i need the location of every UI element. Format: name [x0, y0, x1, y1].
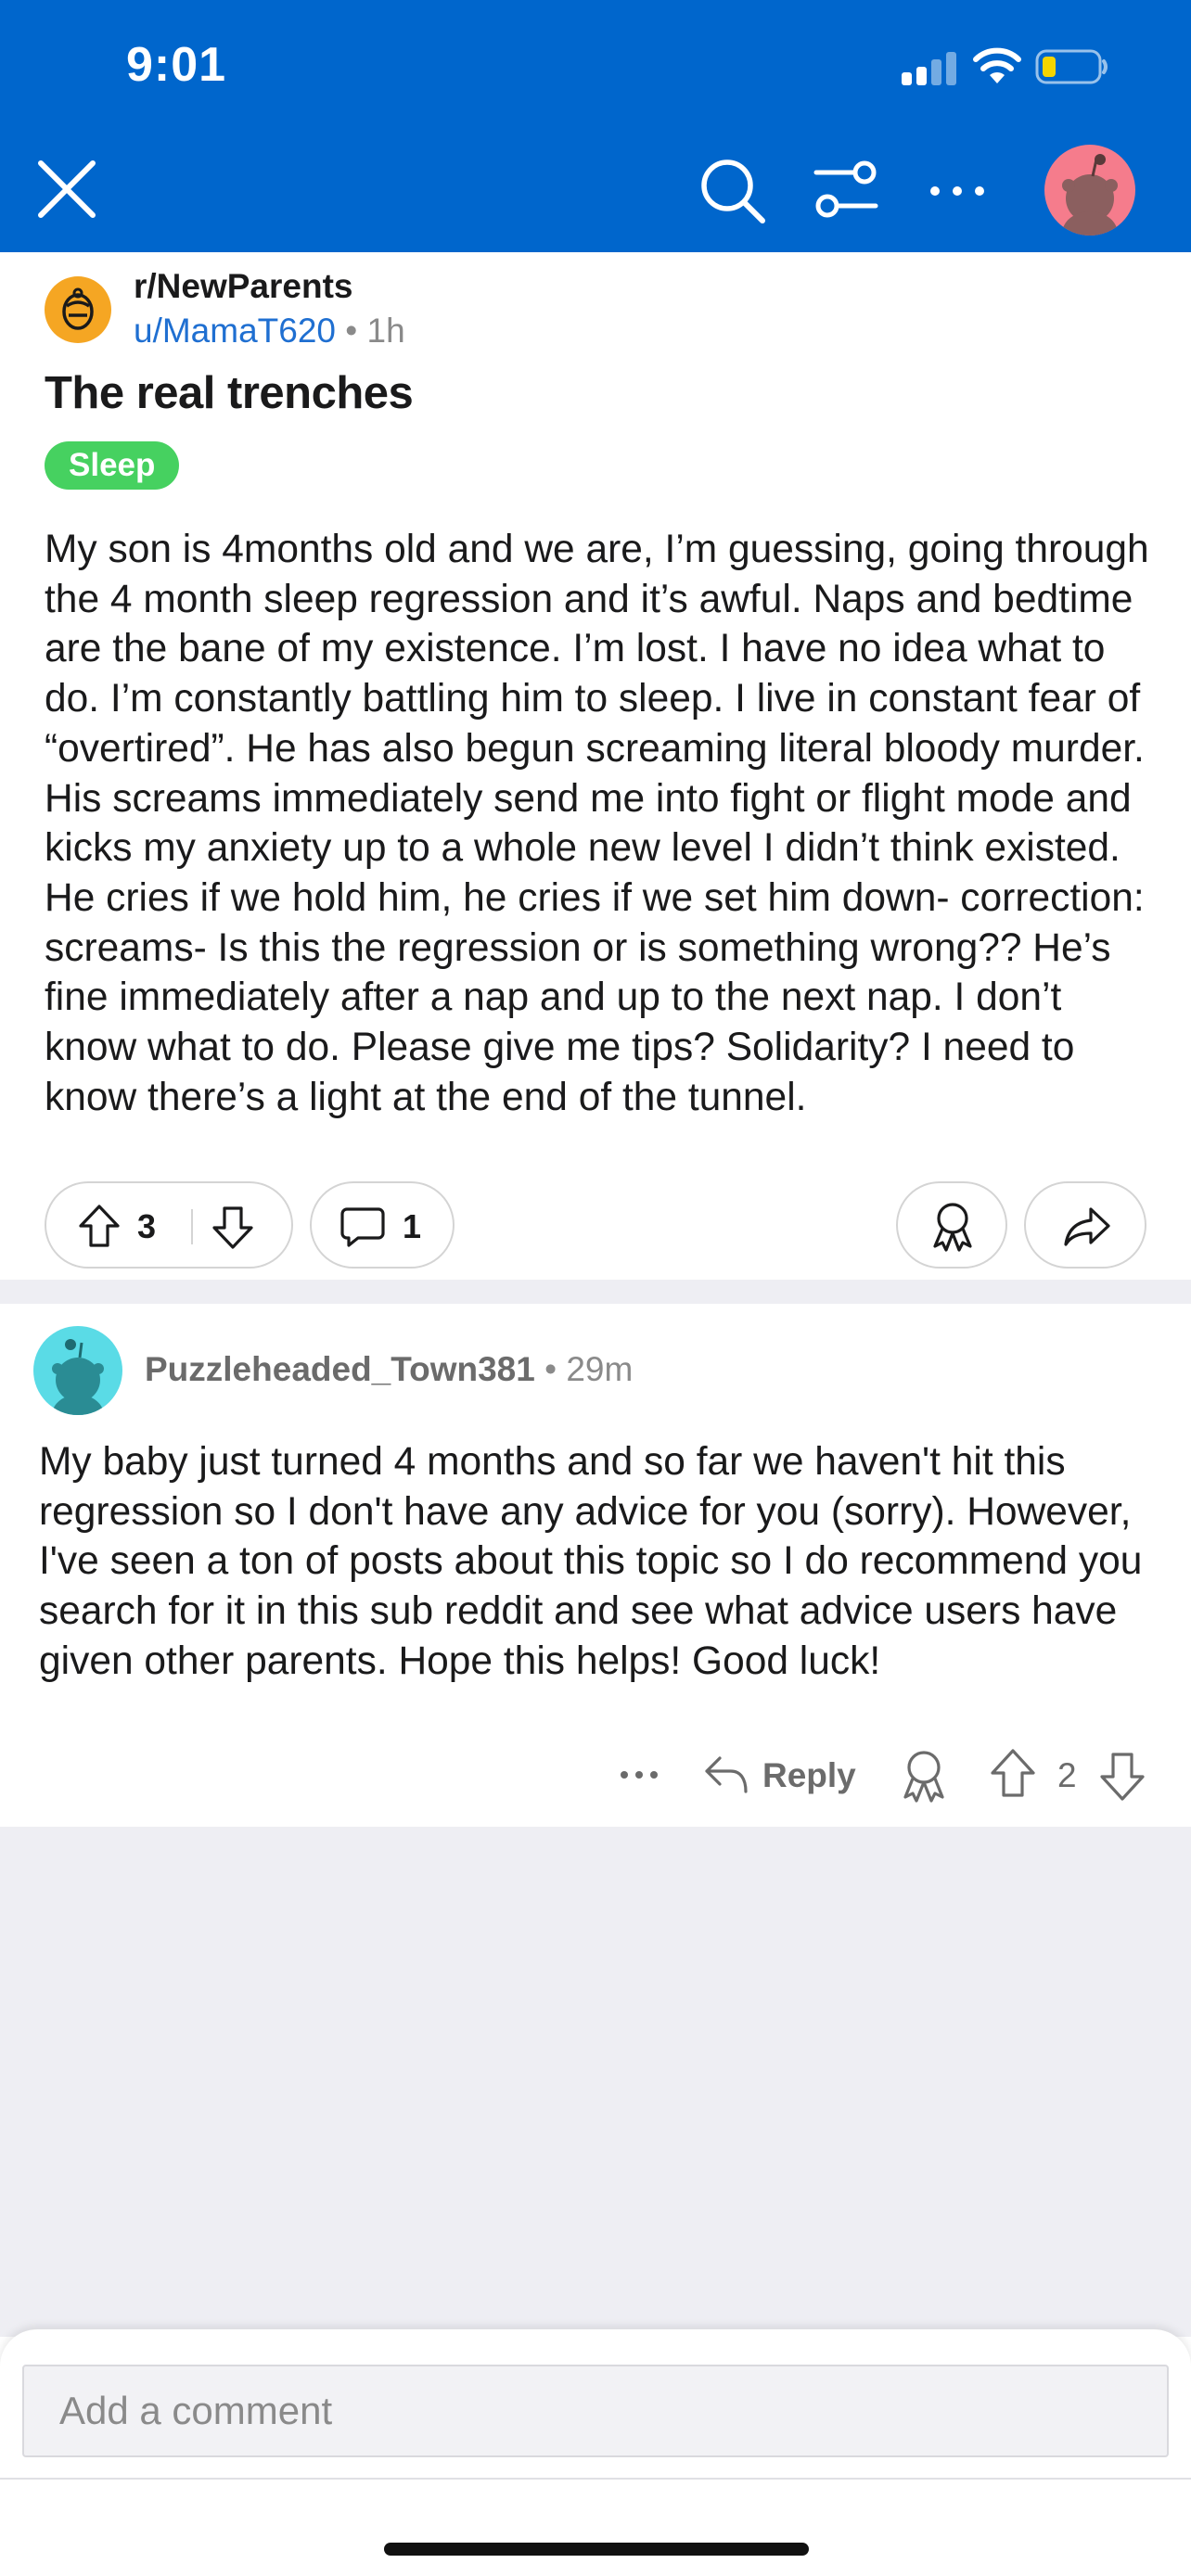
vote-divider	[191, 1209, 193, 1244]
award-icon	[933, 1203, 972, 1252]
reply-label: Reply	[762, 1756, 856, 1794]
snoo-avatar-icon	[1062, 154, 1118, 236]
award-button[interactable]	[896, 1181, 1007, 1269]
comment-more-icon[interactable]	[616, 1756, 662, 1793]
subreddit-name[interactable]: r/NewParents	[134, 267, 353, 306]
snoo-avatar-icon	[52, 1339, 104, 1415]
cellular-signal-icon	[902, 52, 957, 85]
post-title: The real trenches	[45, 368, 414, 418]
post-meta: u/MamaT620 • 1h	[134, 312, 405, 351]
comment-input[interactable]	[22, 2365, 1169, 2457]
comment-age: 29m	[566, 1350, 634, 1388]
section-divider	[0, 1280, 1191, 1304]
comment-composer	[0, 2329, 1191, 2576]
vote-pill: 3	[45, 1181, 293, 1269]
comment-body: My baby just turned 4 months and so far …	[39, 1440, 1143, 1683]
share-button[interactable]	[1024, 1181, 1146, 1269]
comment-author-avatar[interactable]	[33, 1326, 122, 1415]
post-body: My son is 4months old and we are, I’m gu…	[45, 528, 1149, 1119]
comment-author[interactable]: Puzzleheaded_Town381	[145, 1350, 535, 1388]
search-icon[interactable]	[698, 156, 768, 226]
comments-button[interactable]: 1	[310, 1181, 455, 1269]
more-icon[interactable]	[926, 163, 989, 219]
user-avatar[interactable]	[1044, 145, 1135, 236]
meta-separator: •	[544, 1350, 557, 1388]
subreddit-icon[interactable]	[45, 276, 111, 343]
wifi-icon	[973, 47, 1021, 83]
post-comment-count: 1	[403, 1207, 422, 1245]
reply-icon	[705, 1756, 748, 1793]
post-vote-count: 3	[137, 1207, 157, 1245]
filter-icon[interactable]	[813, 159, 879, 221]
empty-comments-area	[0, 1827, 1191, 2337]
comment-score: 2	[1057, 1756, 1077, 1794]
upvote-icon[interactable]	[78, 1204, 121, 1248]
meta-separator: •	[345, 312, 358, 350]
comment-downvote-icon[interactable]	[1098, 1751, 1146, 1803]
post-author[interactable]: u/MamaT620	[134, 312, 336, 350]
status-time: 9:01	[126, 38, 227, 92]
close-icon[interactable]	[33, 156, 100, 223]
downvote-icon[interactable]	[211, 1205, 254, 1250]
post-age: 1h	[366, 312, 405, 350]
comment-meta: Puzzleheaded_Town381 • 29m	[145, 1350, 633, 1389]
battery-icon	[1035, 49, 1108, 84]
share-icon	[1064, 1207, 1110, 1246]
comment-award-icon[interactable]	[898, 1747, 950, 1803]
composer-divider	[0, 2478, 1191, 2480]
post-flair[interactable]: Sleep	[45, 441, 180, 490]
comment-upvote-icon[interactable]	[989, 1747, 1037, 1799]
home-indicator[interactable]	[384, 2543, 809, 2556]
comment-bubble-icon	[340, 1207, 385, 1247]
baby-icon	[62, 287, 94, 330]
header-bar: 9:01	[0, 0, 1191, 252]
